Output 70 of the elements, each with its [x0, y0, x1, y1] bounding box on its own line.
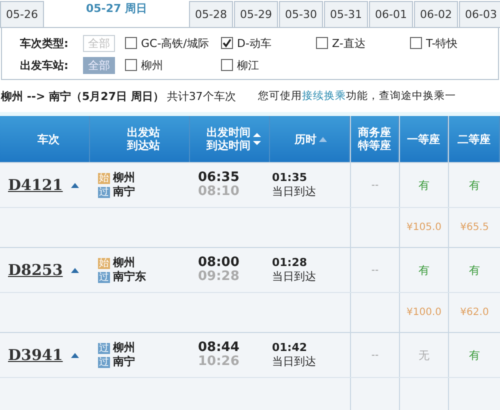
arrival-day: 当日到达: [272, 355, 316, 369]
sort-icon[interactable]: [252, 131, 260, 147]
checkbox[interactable]: [125, 37, 137, 49]
station-badge: 始: [98, 172, 110, 184]
train-number[interactable]: D3941: [8, 346, 63, 364]
station-badge: 过: [98, 342, 110, 354]
seat-status: 有: [418, 178, 430, 192]
station-name: 南宁: [113, 355, 135, 369]
station-name: 柳州: [113, 171, 135, 185]
seat-status: 有: [469, 178, 480, 192]
date-tab[interactable]: 05-30: [279, 1, 323, 27]
train-count: 共计37个车次: [166, 88, 236, 104]
option-label: 柳州: [141, 58, 163, 72]
station-name: 柳州: [113, 256, 135, 270]
filter-label: 车次类型:: [20, 36, 70, 50]
option-label: Z-直达: [332, 36, 366, 50]
seat-status: 无: [418, 348, 430, 362]
date-tab[interactable]: 06-02: [414, 1, 458, 27]
seat-status: --: [371, 264, 379, 276]
checkbox[interactable]: [125, 59, 137, 71]
depart-time: 06:35: [198, 171, 240, 185]
duration: 01:35: [272, 171, 308, 185]
caret-icon[interactable]: [70, 352, 79, 358]
date-tab[interactable]: 06-03: [459, 1, 500, 27]
filter-label: 出发车站:: [20, 58, 70, 72]
caret-icon[interactable]: [70, 268, 79, 272]
caret-icon[interactable]: [70, 182, 79, 188]
train-number[interactable]: D4121: [8, 176, 63, 194]
arrive-time: 08:10: [198, 185, 240, 199]
seat-status: --: [371, 180, 379, 190]
price: ¥105.0: [406, 222, 442, 233]
price: ¥62.0: [460, 307, 489, 318]
station-name: 南宁东: [113, 270, 146, 284]
route-title: 柳州 --> 南宁（5月27日 周日）: [1, 88, 164, 104]
seat-status: 有: [418, 262, 430, 278]
date-tab[interactable]: 05-31: [324, 1, 368, 27]
seat-status: 有: [469, 262, 480, 278]
date-tab[interactable]: 05-28: [189, 1, 233, 27]
arrive-time: 10:26: [198, 355, 240, 369]
checkbox[interactable]: [316, 37, 328, 49]
price: ¥100.0: [406, 307, 442, 318]
station-badge: 过: [98, 356, 110, 368]
seat-status: --: [371, 350, 379, 360]
duration: 01:28: [272, 256, 308, 270]
station-badge: 始: [98, 258, 110, 268]
date-tab[interactable]: 05-29: [234, 1, 278, 27]
checkbox[interactable]: [221, 37, 233, 49]
station-badge: 过: [98, 186, 110, 198]
date-tab[interactable]: 06-01: [369, 1, 413, 27]
transfer-link[interactable]: 接续换乘: [302, 90, 346, 102]
depart-time: 08:00: [198, 256, 240, 270]
arrival-day: 当日到达: [272, 185, 316, 199]
station-badge: 过: [98, 272, 110, 282]
duration: 01:42: [272, 341, 308, 355]
station-name: 南宁: [113, 185, 135, 199]
checkbox[interactable]: [410, 37, 422, 49]
price: ¥65.5: [460, 222, 489, 233]
train-number[interactable]: D8253: [8, 261, 63, 279]
depart-time: 08:44: [198, 341, 240, 355]
checkbox[interactable]: [221, 59, 233, 71]
hint-text: 您可使用接续换乘功能，查询途中换乘一: [258, 89, 456, 103]
seat-status: 有: [469, 348, 480, 362]
option-label: D-动车: [237, 36, 272, 50]
date-tab[interactable]: 05-26: [0, 1, 44, 27]
option-label: GC-高铁/城际: [141, 36, 209, 50]
arrival-day: 当日到达: [272, 270, 316, 284]
arrive-time: 09:28: [198, 270, 240, 284]
station-name: 柳州: [113, 341, 135, 355]
option-label: 柳江: [237, 58, 259, 72]
option-label: T-特快: [426, 36, 458, 50]
